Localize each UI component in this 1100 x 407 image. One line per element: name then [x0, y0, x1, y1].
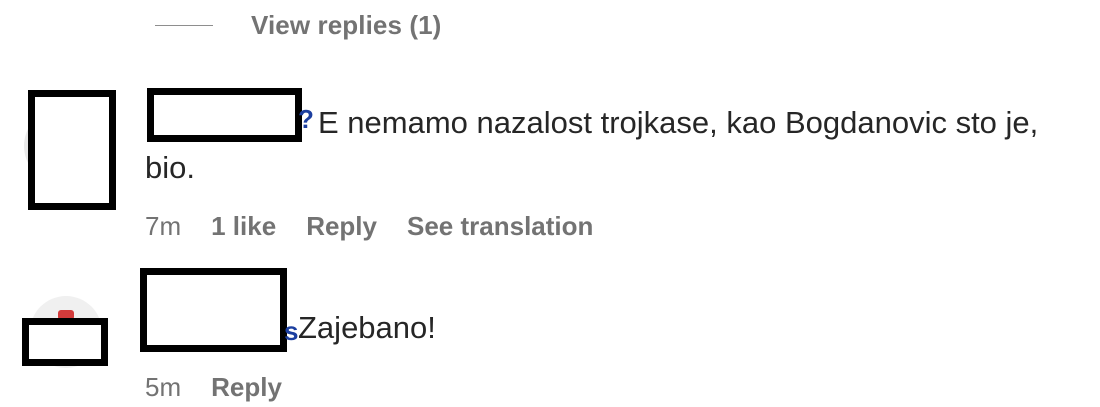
- see-translation-link[interactable]: See translation: [407, 211, 593, 242]
- comment-text-line-1: E nemamo nazalost trojkase, kao Bogdanov…: [318, 105, 1039, 140]
- comment-text: E nemamo nazalost trojkase, kao Bogdanov…: [318, 97, 1038, 149]
- view-replies-label: View replies (1): [251, 9, 442, 40]
- avatar-redaction-box: [22, 318, 108, 366]
- avatar-redaction-box: [28, 90, 116, 210]
- reply-button[interactable]: Reply: [211, 372, 282, 403]
- replies-divider-line: [155, 24, 213, 26]
- avatar[interactable]: [22, 90, 122, 210]
- comment-text: Zajebano!: [298, 302, 436, 354]
- reply-button[interactable]: Reply: [306, 211, 377, 242]
- view-replies-button[interactable]: View replies (1): [155, 8, 441, 42]
- comment-text-line-2: bio.: [145, 150, 195, 185]
- comment-text-continued: bio.: [145, 142, 195, 194]
- comment-timestamp: 7m: [145, 210, 182, 241]
- likes-count-link[interactable]: 1 like: [211, 211, 276, 242]
- username-partial-glyph: s: [284, 316, 299, 346]
- avatar[interactable]: [22, 296, 108, 376]
- username-redaction-box[interactable]: [140, 268, 287, 352]
- comment-meta: 5m Reply: [145, 367, 312, 407]
- comment-text-line-1: Zajebano!: [298, 310, 436, 345]
- username-redaction-box[interactable]: [147, 88, 302, 142]
- comment-timestamp: 5m: [145, 371, 182, 402]
- username-partial-glyph: ?: [298, 104, 314, 134]
- comment-meta: 7m 1 like Reply See translation: [145, 206, 623, 246]
